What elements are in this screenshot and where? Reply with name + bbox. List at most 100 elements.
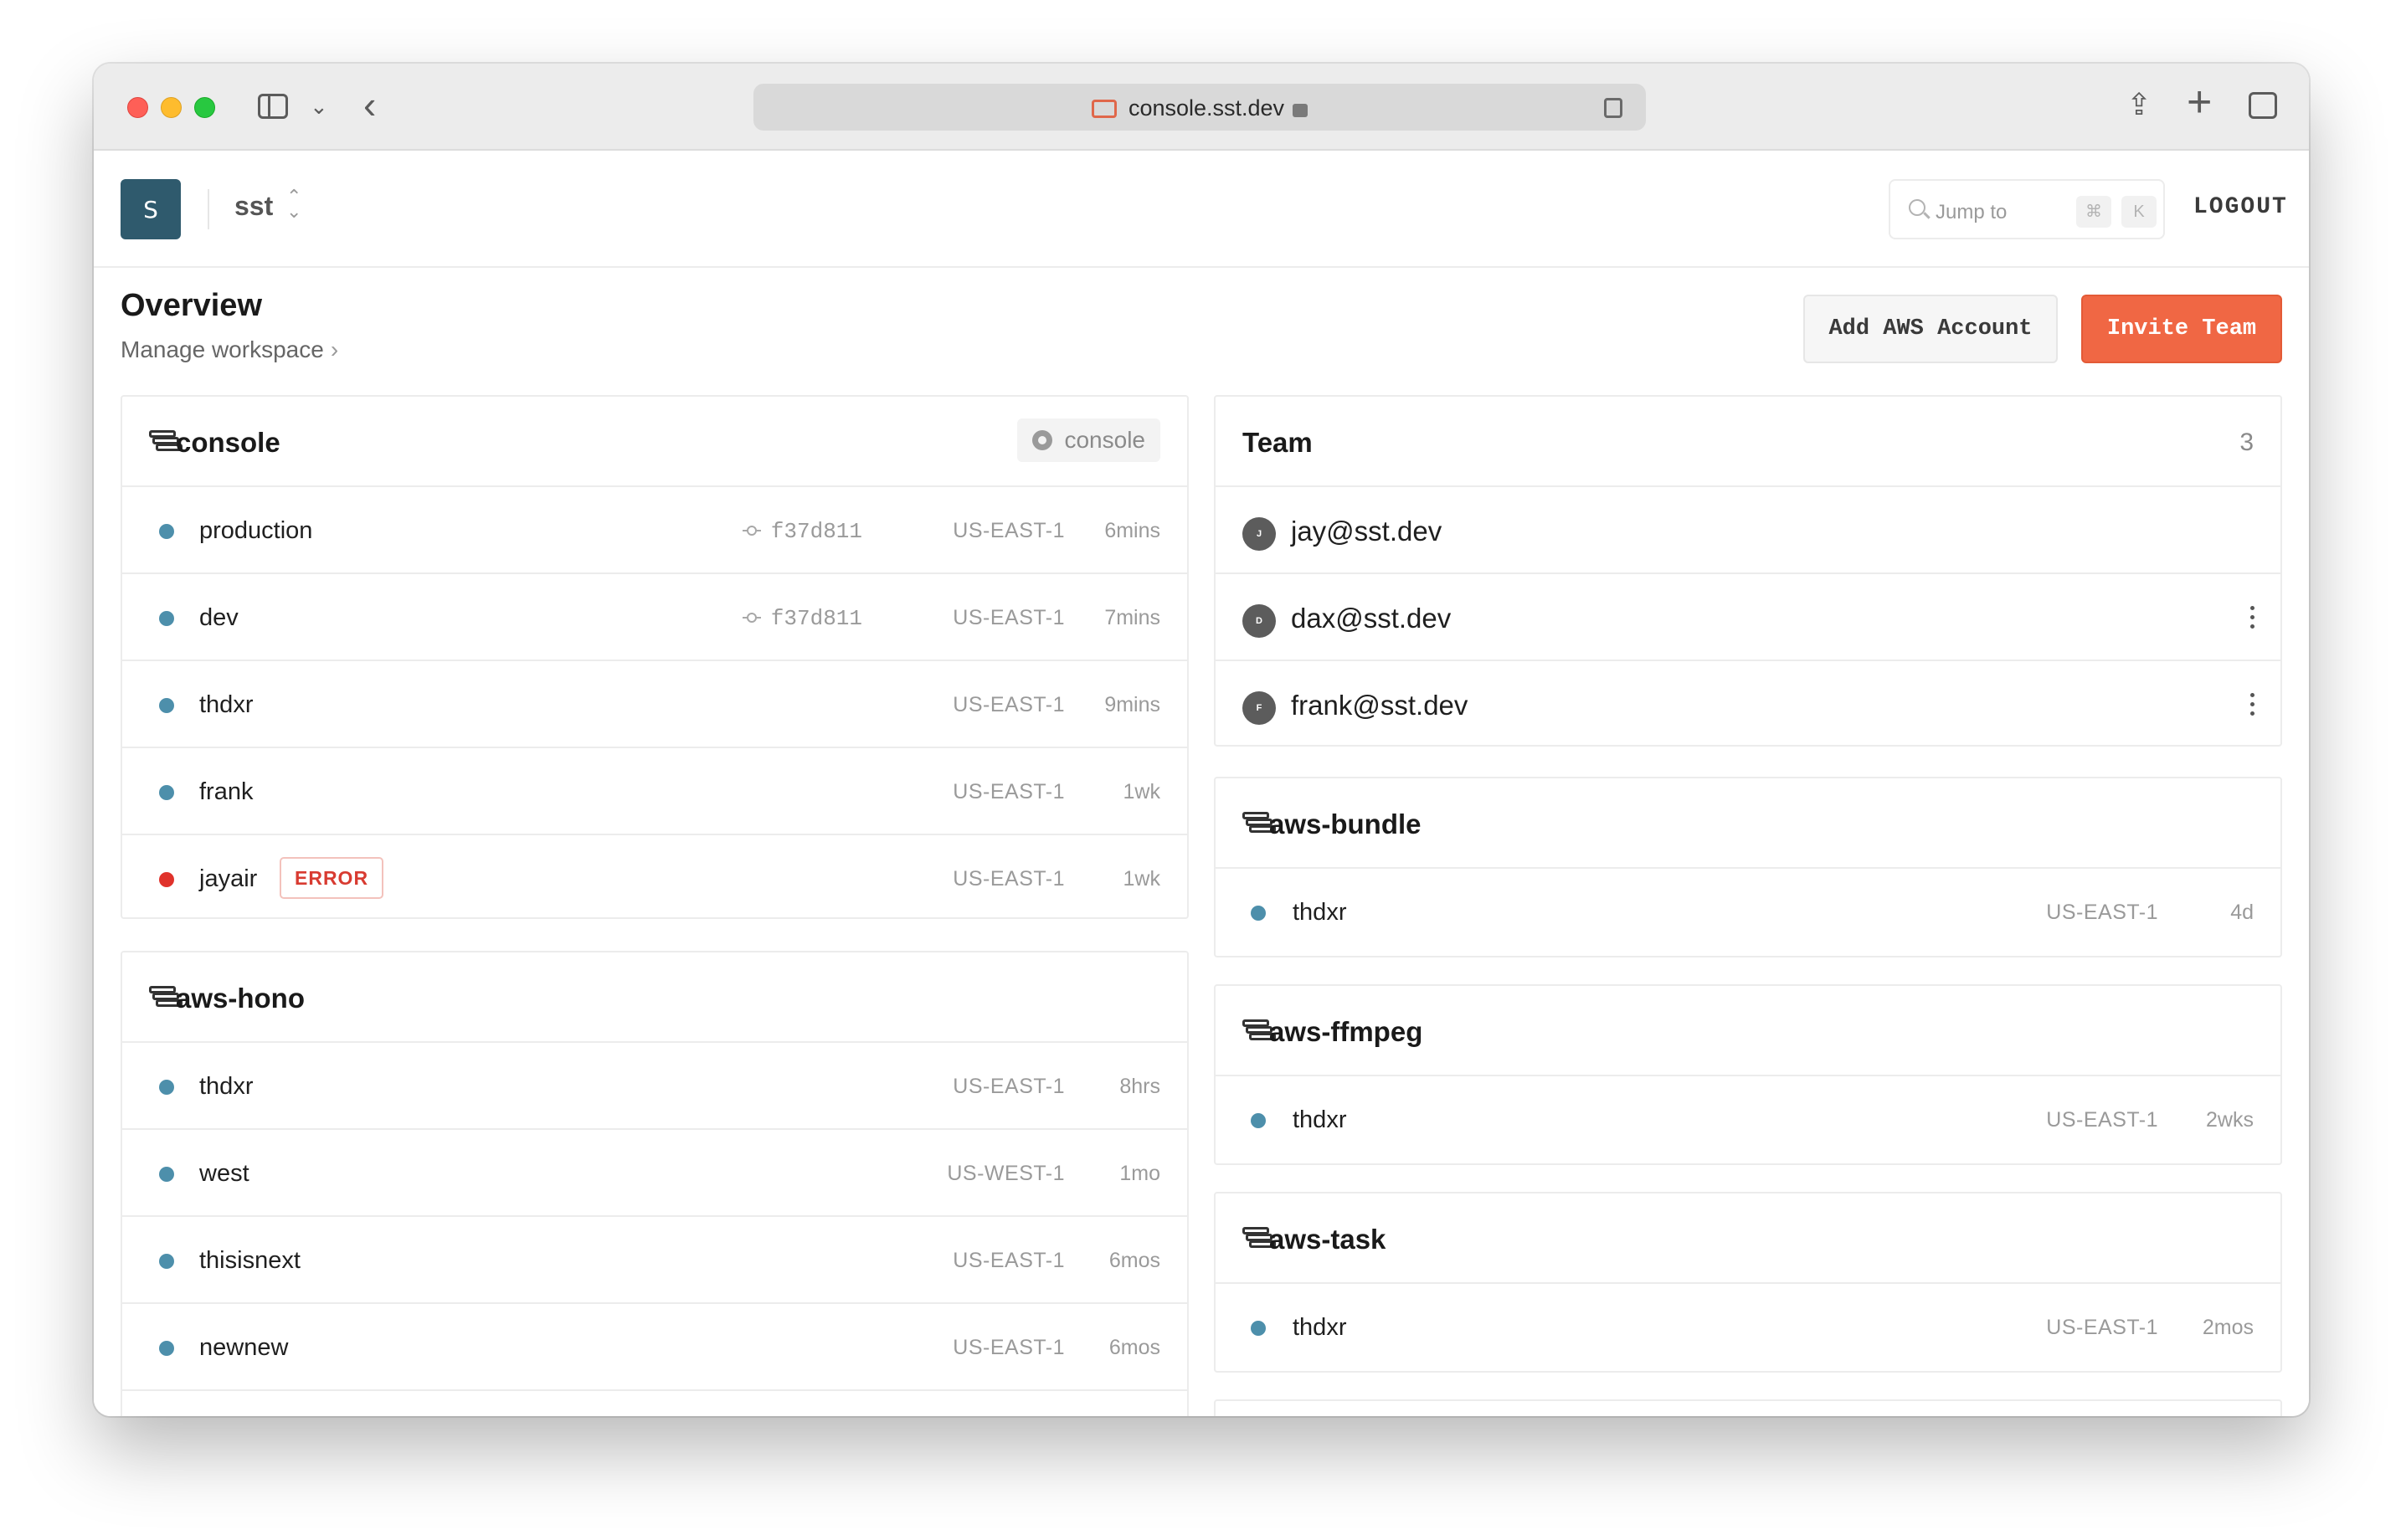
app-card-header[interactable]: aws-task (1216, 1194, 2280, 1284)
stage-region: US-EAST-1 (953, 606, 1065, 629)
logout-button[interactable]: LOGOUT (2193, 194, 2288, 220)
back-arrow-icon[interactable]: ‹ (363, 85, 376, 124)
more-options-icon[interactable] (2250, 606, 2255, 629)
status-dot (1251, 906, 1266, 921)
app-card-header[interactable]: console console (122, 397, 1187, 487)
status-dot (1251, 1113, 1266, 1128)
invite-team-button[interactable]: Invite Team (2081, 295, 2282, 363)
stage-row[interactable]: thdxr US-EAST-1 9mins (122, 661, 1187, 748)
manage-workspace-link[interactable]: Manage workspace › (121, 336, 338, 363)
stage-region: US-EAST-1 (2046, 1316, 2158, 1339)
app-name[interactable]: aws-hono (176, 983, 305, 1014)
repo-name: console (1064, 427, 1145, 453)
avatar: J (1242, 517, 1276, 551)
stage-row[interactable]: jayair ERROR US-EAST-1 1wk (122, 835, 1187, 917)
status-dot (159, 785, 174, 800)
commit-hash: f37d811 (742, 519, 862, 544)
jump-placeholder: Jump to (1936, 201, 2008, 223)
stage-region: US-EAST-1 (953, 867, 1065, 891)
status-dot (159, 698, 174, 713)
app-card-aws-ffmpeg: aws-ffmpeg thdxr US-EAST-1 2wks (1214, 984, 2282, 1165)
member-email: frank@sst.dev (1291, 690, 1468, 721)
address-bar[interactable]: console.sst.dev (753, 84, 1646, 131)
app-name[interactable]: console (176, 427, 280, 459)
header-divider (208, 189, 209, 229)
shortcut-k-key: K (2121, 196, 2157, 228)
stage-region: US-EAST-1 (953, 693, 1065, 716)
team-title: Team (1242, 427, 1313, 458)
minimize-window-button[interactable] (161, 97, 182, 118)
stage-row[interactable]: frank US-EAST-1 1wk (122, 748, 1187, 835)
more-options-icon[interactable] (2250, 693, 2255, 716)
jump-to-search[interactable]: Jump to ⌘ K (1889, 179, 2165, 239)
team-card-header: Team 3 (1216, 397, 2280, 487)
workspace-switcher-icon[interactable]: ⌃ ⌄ (286, 187, 301, 221)
stage-name: frank (199, 778, 254, 805)
sidebar-toggle-icon[interactable] (258, 94, 288, 119)
stage-row[interactable]: newnew US-EAST-1 6mos (122, 1304, 1187, 1391)
stage-age: 6mins (1104, 519, 1160, 542)
stage-region: US-EAST-1 (2046, 901, 2158, 924)
repo-badge[interactable]: console (1017, 418, 1160, 462)
status-dot (1251, 1321, 1266, 1336)
status-dot (159, 1254, 174, 1269)
status-dot (159, 1167, 174, 1182)
browser-window: ⌄ ‹ console.sst.dev ⇪ + S sst ⌃ ⌄ Jump to… (94, 64, 2309, 1416)
workspace-name[interactable]: sst (234, 191, 273, 222)
stage-name: west (199, 1160, 249, 1187)
stage-name: thdxr (199, 1073, 254, 1100)
commit-icon (742, 612, 761, 624)
zoom-window-button[interactable] (194, 97, 215, 118)
stage-age: 6mos (1108, 1249, 1160, 1272)
stage-region: US-EAST-1 (953, 1249, 1065, 1272)
stage-region: US-EAST-1 (953, 1075, 1065, 1098)
tab-overview-icon[interactable] (2249, 92, 2277, 119)
app-name[interactable]: aws-task (1269, 1224, 1386, 1255)
stage-name: thdxr (1293, 1106, 1347, 1133)
stage-row[interactable]: dev f37d811 US-EAST-1 7mins (122, 574, 1187, 661)
workspace-avatar[interactable]: S (121, 179, 181, 239)
error-badge: ERROR (280, 857, 384, 899)
stage-row[interactable]: thdxr US-EAST-1 4d (1216, 869, 2280, 956)
app-card-header[interactable]: aws-ffmpeg (1216, 986, 2280, 1076)
app-card-header[interactable]: aws-bundle (1216, 778, 2280, 869)
stage-row[interactable]: thisisnext US-EAST-1 6mos (122, 1217, 1187, 1304)
stage-row[interactable]: west US-WEST-1 1mo (122, 1130, 1187, 1217)
share-icon[interactable]: ⇪ (2126, 87, 2152, 122)
stage-age: 6mos (1108, 1336, 1160, 1359)
app-card-aws-task: aws-task thdxr US-EAST-1 2mos (1214, 1192, 2282, 1373)
url-text: console.sst.dev (1128, 95, 1285, 121)
reader-mode-icon[interactable] (1604, 98, 1622, 118)
add-aws-account-button[interactable]: Add AWS Account (1803, 295, 2058, 363)
new-tab-icon[interactable]: + (2187, 80, 2212, 124)
app-header: S sst ⌃ ⌄ Jump to ⌘ K LOGOUT (94, 151, 2309, 268)
app-name[interactable]: aws-ffmpeg (1269, 1016, 1422, 1048)
manage-workspace-label: Manage workspace (121, 336, 324, 362)
team-member-row: F frank@sst.dev (1216, 661, 2280, 745)
chevron-down-icon[interactable]: ⌄ (310, 94, 328, 120)
stage-row[interactable]: thdxr US-EAST-1 2wks (1216, 1076, 2280, 1163)
commit-hash: f37d811 (742, 606, 862, 631)
stage-name: thdxr (1293, 1314, 1347, 1341)
app-name[interactable]: aws-bundle (1269, 808, 1422, 840)
console-app: S sst ⌃ ⌄ Jump to ⌘ K LOGOUT Overview Man… (94, 151, 2309, 1416)
stage-row[interactable]: production f37d811 US-EAST-1 6mins (122, 487, 1187, 574)
stage-row[interactable]: thdxr US-EAST-1 8hrs (122, 1043, 1187, 1130)
app-card-header[interactable]: aws-hono (122, 952, 1187, 1043)
stage-age: 9mins (1104, 693, 1160, 716)
stage-age: 8hrs (1119, 1075, 1160, 1098)
stage-row[interactable]: thdxr US-EAST-1 2mos (1216, 1284, 2280, 1371)
browser-toolbar: ⌄ ‹ console.sst.dev ⇪ + (94, 64, 2309, 151)
app-card-aws-hono: aws-hono thdxr US-EAST-1 8hrs west US-WE… (121, 951, 1189, 1416)
site-favicon-icon (1091, 100, 1117, 118)
team-member-row: D dax@sst.dev (1216, 574, 2280, 661)
shortcut-cmd-key: ⌘ (2076, 196, 2111, 228)
stage-region: US-EAST-1 (2046, 1108, 2158, 1132)
app-card-console: console console production f37d811 US-EA… (121, 395, 1189, 919)
close-window-button[interactable] (127, 97, 148, 118)
stage-region: US-WEST-1 (947, 1162, 1065, 1185)
github-icon (1032, 430, 1053, 450)
team-member-row: J jay@sst.dev (1216, 487, 2280, 574)
avatar: D (1242, 604, 1276, 638)
stage-age: 1wk (1123, 780, 1160, 803)
